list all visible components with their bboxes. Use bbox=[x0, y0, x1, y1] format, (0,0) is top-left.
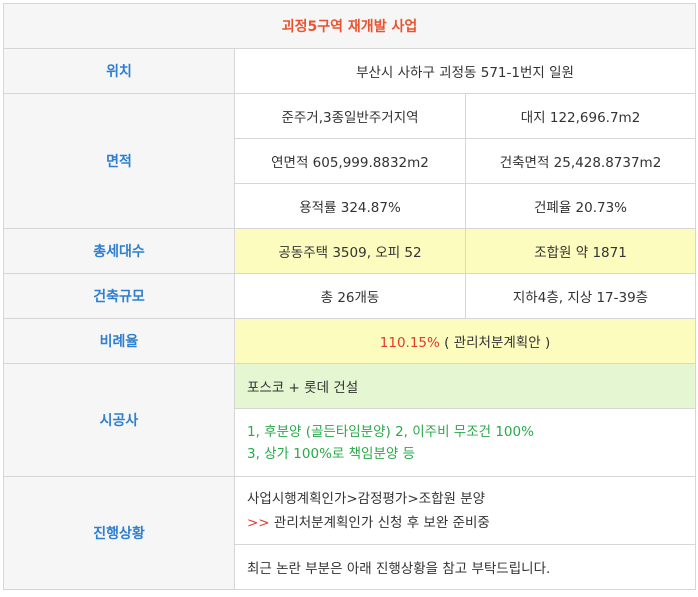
proportional-ratio-note: ( 관리처분계획안 ) bbox=[439, 335, 551, 351]
contractor-terms-line-1: 1, 후분양 (골든타임분양) 2, 이주비 무조건 100% bbox=[247, 423, 534, 440]
union-members-value: 조합원 약 1871 bbox=[464, 228, 697, 274]
zoning-value: 준주거,3종일반주거지역 bbox=[234, 93, 466, 139]
progress-line-2-text: 관리처분계획인가 신청 후 보완 준비중 bbox=[269, 514, 490, 531]
total-floor-area-value: 연면적 605,999.8832m2 bbox=[234, 138, 466, 184]
location-value: 부산시 사하구 괴정동 571-1번지 일원 bbox=[233, 48, 697, 94]
proportional-ratio-highlight: 110.15% bbox=[379, 335, 440, 351]
contractor-name: 포스코 + 롯데 건설 bbox=[233, 363, 697, 409]
label-households: 총세대수 bbox=[3, 228, 235, 274]
label-contractor: 시공사 bbox=[3, 363, 235, 477]
contractor-terms-line-2: 3, 상가 100%로 책임분양 등 bbox=[247, 445, 416, 462]
progress-line-1: 사업시행계획인가>감정평가>조합원 분양 bbox=[247, 490, 486, 507]
label-location: 위치 bbox=[3, 48, 235, 94]
table-title: 괴정5구역 재개발 사업 bbox=[2, 3, 697, 49]
label-progress: 진행상황 bbox=[3, 476, 235, 590]
housing-units-value: 공동주택 3509, 오피 52 bbox=[234, 228, 466, 274]
progress-steps: 사업시행계획인가>감정평가>조합원 분양 >> 관리처분계획인가 신청 후 보완… bbox=[233, 476, 697, 545]
proportional-ratio-value: 110.15% ( 관리처분계획안 ) bbox=[233, 318, 697, 364]
label-proportional-ratio: 비례율 bbox=[3, 318, 235, 364]
floor-range-value: 지하4층, 지상 17-39층 bbox=[464, 273, 697, 319]
progress-line-2: >> 관리처분계획인가 신청 후 보완 준비중 bbox=[247, 511, 695, 535]
building-count-value: 총 26개동 bbox=[234, 273, 466, 319]
building-area-value: 건축면적 25,428.8737m2 bbox=[464, 138, 697, 184]
building-coverage-value: 건폐율 20.73% bbox=[464, 183, 697, 229]
label-building-scale: 건축규모 bbox=[3, 273, 235, 319]
progress-note: 최근 논란 부분은 아래 진행상황을 참고 부탁드립니다. bbox=[233, 544, 697, 590]
redevelopment-info-table: 괴정5구역 재개발 사업 위치 부산시 사하구 괴정동 571-1번지 일원 면… bbox=[2, 3, 697, 590]
site-area-value: 대지 122,696.7m2 bbox=[464, 93, 697, 139]
floor-area-ratio-value: 용적률 324.87% bbox=[234, 183, 466, 229]
label-area: 면적 bbox=[3, 93, 235, 229]
progress-arrow-marker: >> bbox=[247, 514, 270, 531]
contractor-terms: 1, 후분양 (골든타임분양) 2, 이주비 무조건 100% 3, 상가 10… bbox=[233, 408, 697, 477]
